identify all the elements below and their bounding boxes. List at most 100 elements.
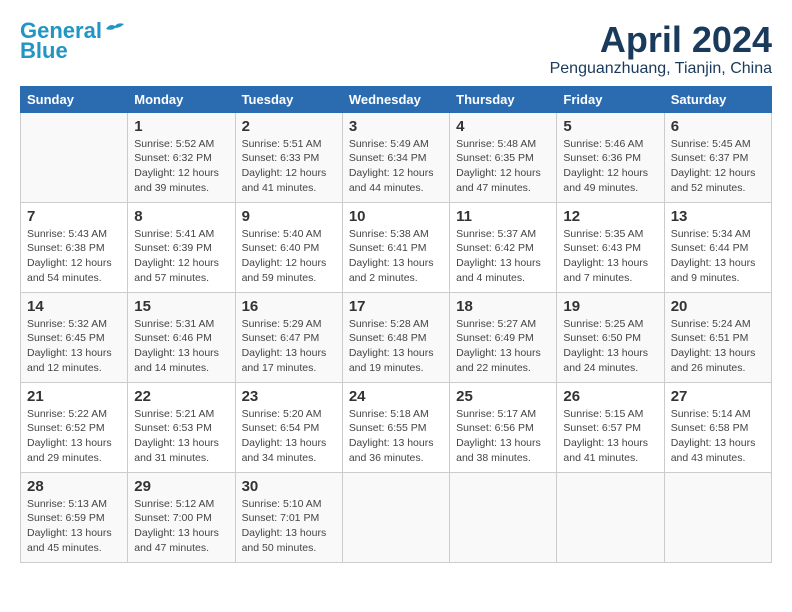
calendar-day-cell: 27 Sunrise: 5:14 AM Sunset: 6:58 PM Dayli… [664,382,771,472]
day-info: Sunrise: 5:20 AM Sunset: 6:54 PM Dayligh… [242,407,336,466]
day-number: 16 [242,298,336,315]
calendar-day-cell: 3Sunrise: 5:49 AM Sunset: 6:34 PM Daylig… [342,112,449,202]
day-info: Sunrise: 5:38 AM Sunset: 6:41 PM Dayligh… [349,227,443,286]
calendar-day-cell: 10 Sunrise: 5:38 AM Sunset: 6:41 PM Dayli… [342,202,449,292]
calendar-subtitle: Penguanzhuang, Tianjin, China [550,60,772,78]
day-number: 8 [134,208,228,225]
calendar-day-cell: 13 Sunrise: 5:34 AM Sunset: 6:44 PM Dayli… [664,202,771,292]
day-number: 7 [27,208,121,225]
day-number: 25 [456,388,550,405]
day-number: 6 [671,118,765,135]
day-number: 13 [671,208,765,225]
day-number: 9 [242,208,336,225]
calendar-day-cell: 1Sunrise: 5:52 AM Sunset: 6:32 PM Daylig… [128,112,235,202]
day-info: Sunrise: 5:17 AM Sunset: 6:56 PM Dayligh… [456,407,550,466]
calendar-week-row: 1Sunrise: 5:52 AM Sunset: 6:32 PM Daylig… [21,112,772,202]
day-info: Sunrise: 5:15 AM Sunset: 6:57 PM Dayligh… [563,407,657,466]
weekday-header: Tuesday [235,86,342,112]
day-info: Sunrise: 5:52 AM Sunset: 6:32 PM Dayligh… [134,137,228,196]
calendar-day-cell: 17Sunrise: 5:28 AM Sunset: 6:48 PM Dayli… [342,292,449,382]
day-info: Sunrise: 5:13 AM Sunset: 6:59 PM Dayligh… [27,497,121,556]
calendar-day-cell: 22Sunrise: 5:21 AM Sunset: 6:53 PM Dayli… [128,382,235,472]
day-info: Sunrise: 5:35 AM Sunset: 6:43 PM Dayligh… [563,227,657,286]
weekday-header: Sunday [21,86,128,112]
day-info: Sunrise: 5:21 AM Sunset: 6:53 PM Dayligh… [134,407,228,466]
day-number: 19 [563,298,657,315]
calendar-day-cell: 16 Sunrise: 5:29 AM Sunset: 6:47 PM Dayli… [235,292,342,382]
calendar-week-row: 14Sunrise: 5:32 AM Sunset: 6:45 PM Dayli… [21,292,772,382]
calendar-day-cell [342,472,449,562]
calendar-day-cell: 8 Sunrise: 5:41 AM Sunset: 6:39 PM Daylig… [128,202,235,292]
calendar-day-cell: 25 Sunrise: 5:17 AM Sunset: 6:56 PM Dayli… [450,382,557,472]
day-info: Sunrise: 5:18 AM Sunset: 6:55 PM Dayligh… [349,407,443,466]
day-number: 20 [671,298,765,315]
calendar-day-cell: 6Sunrise: 5:45 AM Sunset: 6:37 PM Daylig… [664,112,771,202]
day-number: 14 [27,298,121,315]
day-number: 28 [27,478,121,495]
day-number: 17 [349,298,443,315]
logo-bird-icon [104,21,126,37]
day-info: Sunrise: 5:14 AM Sunset: 6:58 PM Dayligh… [671,407,765,466]
day-info: Sunrise: 5:41 AM Sunset: 6:39 PM Dayligh… [134,227,228,286]
calendar-day-cell: 21 Sunrise: 5:22 AM Sunset: 6:52 PM Dayli… [21,382,128,472]
day-info: Sunrise: 5:31 AM Sunset: 6:46 PM Dayligh… [134,317,228,376]
weekday-header: Saturday [664,86,771,112]
calendar-day-cell [664,472,771,562]
day-info: Sunrise: 5:12 AM Sunset: 7:00 PM Dayligh… [134,497,228,556]
calendar-week-row: 7 Sunrise: 5:43 AM Sunset: 6:38 PM Daylig… [21,202,772,292]
calendar-day-cell: 18 Sunrise: 5:27 AM Sunset: 6:49 PM Dayli… [450,292,557,382]
weekday-header: Friday [557,86,664,112]
calendar-day-cell: 20Sunrise: 5:24 AM Sunset: 6:51 PM Dayli… [664,292,771,382]
day-number: 4 [456,118,550,135]
calendar-day-cell: 24 Sunrise: 5:18 AM Sunset: 6:55 PM Dayli… [342,382,449,472]
calendar-title: April 2024 [550,20,772,60]
weekday-header: Monday [128,86,235,112]
day-info: Sunrise: 5:48 AM Sunset: 6:35 PM Dayligh… [456,137,550,196]
weekday-header: Wednesday [342,86,449,112]
calendar-day-cell: 4 Sunrise: 5:48 AM Sunset: 6:35 PM Daylig… [450,112,557,202]
calendar-day-cell [450,472,557,562]
calendar-day-cell: 15 Sunrise: 5:31 AM Sunset: 6:46 PM Dayli… [128,292,235,382]
calendar-day-cell: 9 Sunrise: 5:40 AM Sunset: 6:40 PM Daylig… [235,202,342,292]
day-info: Sunrise: 5:22 AM Sunset: 6:52 PM Dayligh… [27,407,121,466]
day-info: Sunrise: 5:43 AM Sunset: 6:38 PM Dayligh… [27,227,121,286]
day-number: 11 [456,208,550,225]
day-number: 23 [242,388,336,405]
day-number: 3 [349,118,443,135]
calendar-day-cell: 2 Sunrise: 5:51 AM Sunset: 6:33 PM Daylig… [235,112,342,202]
day-number: 15 [134,298,228,315]
day-info: Sunrise: 5:27 AM Sunset: 6:49 PM Dayligh… [456,317,550,376]
calendar-day-cell: 26 Sunrise: 5:15 AM Sunset: 6:57 PM Dayli… [557,382,664,472]
calendar-day-cell: 28 Sunrise: 5:13 AM Sunset: 6:59 PM Dayli… [21,472,128,562]
calendar-day-cell: 5Sunrise: 5:46 AM Sunset: 6:36 PM Daylig… [557,112,664,202]
day-info: Sunrise: 5:34 AM Sunset: 6:44 PM Dayligh… [671,227,765,286]
day-info: Sunrise: 5:37 AM Sunset: 6:42 PM Dayligh… [456,227,550,286]
day-number: 27 [671,388,765,405]
calendar-day-cell: 19 Sunrise: 5:25 AM Sunset: 6:50 PM Dayli… [557,292,664,382]
day-number: 21 [27,388,121,405]
day-number: 29 [134,478,228,495]
logo-blue-text: Blue [20,40,68,62]
day-number: 10 [349,208,443,225]
calendar-day-cell: 14Sunrise: 5:32 AM Sunset: 6:45 PM Dayli… [21,292,128,382]
calendar-day-cell [21,112,128,202]
day-info: Sunrise: 5:25 AM Sunset: 6:50 PM Dayligh… [563,317,657,376]
day-number: 5 [563,118,657,135]
page-header: General Blue April 2024 Penguanzhuang, T… [20,20,772,78]
day-number: 18 [456,298,550,315]
calendar-week-row: 28 Sunrise: 5:13 AM Sunset: 6:59 PM Dayli… [21,472,772,562]
day-number: 30 [242,478,336,495]
calendar-day-cell: 23 Sunrise: 5:20 AM Sunset: 6:54 PM Dayli… [235,382,342,472]
calendar-table: SundayMondayTuesdayWednesdayThursdayFrid… [20,86,772,563]
day-info: Sunrise: 5:29 AM Sunset: 6:47 PM Dayligh… [242,317,336,376]
day-info: Sunrise: 5:40 AM Sunset: 6:40 PM Dayligh… [242,227,336,286]
day-number: 26 [563,388,657,405]
weekday-header: Thursday [450,86,557,112]
calendar-day-cell: 11 Sunrise: 5:37 AM Sunset: 6:42 PM Dayli… [450,202,557,292]
day-info: Sunrise: 5:10 AM Sunset: 7:01 PM Dayligh… [242,497,336,556]
day-info: Sunrise: 5:51 AM Sunset: 6:33 PM Dayligh… [242,137,336,196]
day-number: 2 [242,118,336,135]
day-number: 24 [349,388,443,405]
calendar-day-cell: 30 Sunrise: 5:10 AM Sunset: 7:01 PM Dayli… [235,472,342,562]
title-block: April 2024 Penguanzhuang, Tianjin, China [550,20,772,78]
